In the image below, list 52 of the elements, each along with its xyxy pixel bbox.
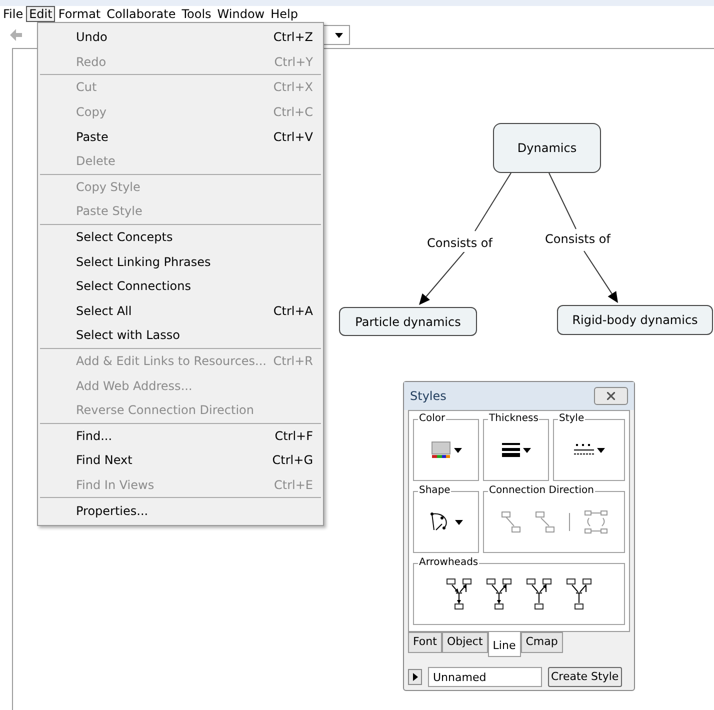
connection-arrow [584, 251, 619, 304]
line-style-icon[interactable] [574, 443, 594, 457]
caret-icon [522, 448, 530, 452]
menu-entry[interactable]: Properties... [40, 498, 321, 523]
concept-node[interactable]: Particle dynamics [339, 307, 477, 336]
arrowhead-option-icon[interactable] [566, 578, 592, 610]
direction-option-icon[interactable] [534, 511, 554, 533]
caret-icon [454, 448, 462, 452]
menu-item[interactable]: Help [268, 6, 301, 22]
arrowhead-option-icon[interactable] [446, 578, 472, 610]
line-thickness-icon[interactable] [502, 443, 520, 457]
close-icon [607, 392, 615, 400]
create-style-button[interactable]: Create Style [548, 667, 622, 687]
menu-entry[interactable]: Select Concepts [40, 224, 321, 250]
color-picker-icon[interactable] [430, 441, 450, 459]
reverse-direction-icon[interactable] [584, 510, 608, 534]
menu-entry[interactable]: Select Connections [40, 274, 321, 299]
tab[interactable]: Cmap [520, 632, 563, 653]
group-label: Style [558, 412, 586, 426]
menu-entry[interactable]: Select with Lasso [40, 323, 321, 348]
concept-node[interactable]: Rigid-body dynamics [557, 305, 713, 335]
concept-node[interactable]: Dynamics [493, 123, 601, 173]
menu-item[interactable]: Edit [26, 6, 56, 22]
caret-icon [596, 448, 604, 452]
menu-entry[interactable]: Select All Ctrl+A [40, 298, 321, 324]
tab[interactable]: Font [408, 632, 442, 653]
tab[interactable]: Line [488, 632, 521, 657]
menu-entry[interactable]: Paste Ctrl+V [40, 124, 321, 149]
tab[interactable]: Object [442, 632, 488, 653]
caret-icon [335, 32, 343, 38]
caret-icon [454, 520, 462, 524]
style-name-field[interactable]: Unnamed [428, 667, 542, 687]
connection-arrow [419, 251, 466, 306]
direction-option-icon[interactable] [500, 511, 520, 533]
connection-line [475, 173, 512, 232]
window-title: Styles [410, 388, 446, 405]
expand-button[interactable] [408, 669, 422, 685]
menu-item[interactable]: File [0, 6, 26, 22]
connection-line [549, 173, 577, 230]
menu-entry[interactable]: Find Next Ctrl+G [40, 448, 321, 473]
arrowhead-option-icon[interactable] [526, 578, 552, 610]
menu-item[interactable]: Collaborate [104, 6, 179, 22]
menu-item[interactable]: Format [55, 6, 104, 22]
menu-item[interactable]: Window [214, 6, 268, 22]
menu-entry[interactable]: Undo Ctrl+Z [40, 25, 321, 50]
menu-entry[interactable]: Find... Ctrl+F [40, 424, 321, 448]
arrowhead-option-icon[interactable] [486, 578, 512, 610]
play-icon [412, 673, 418, 681]
close-button[interactable] [594, 387, 628, 405]
menu-entry[interactable]: Select Linking Phrases [40, 249, 321, 274]
group-label: Shape [418, 484, 452, 498]
menu-item[interactable]: Tools [178, 6, 214, 22]
